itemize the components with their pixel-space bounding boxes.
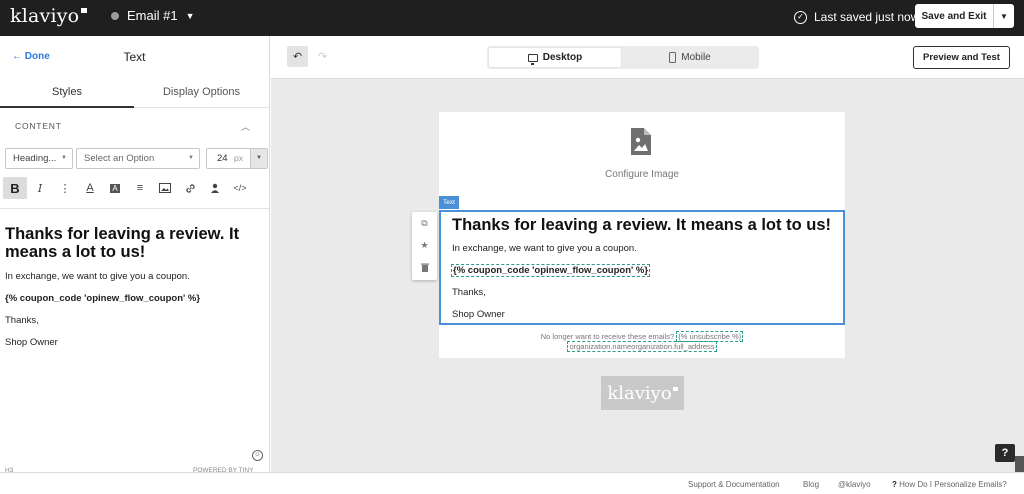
chevron-down-icon: ▼ xyxy=(188,155,194,161)
configure-image-label: Configure Image xyxy=(605,169,679,180)
status-dot-icon xyxy=(111,11,119,20)
left-panel: ← Done Text Styles Display Options CONTE… xyxy=(0,36,270,474)
logo-flag-icon xyxy=(81,8,88,13)
text-block-line: Shop Owner xyxy=(452,309,505,320)
content-section-header[interactable]: CONTENT xyxy=(15,121,62,131)
logo-flag-icon xyxy=(672,386,678,391)
font-size-dropdown-button[interactable]: ▼ xyxy=(250,149,267,168)
support-link[interactable]: Support & Documentation xyxy=(688,480,780,489)
canvas-toolbar: ↶ ↷ Desktop Mobile Preview and Test xyxy=(271,36,1024,79)
trash-icon[interactable] xyxy=(412,256,437,278)
caret-down-icon: ▼ xyxy=(185,10,195,21)
rich-text-editor[interactable]: Thanks for leaving a review. It means a … xyxy=(0,208,269,474)
block-format-value: Heading... xyxy=(13,153,57,164)
star-icon[interactable]: ★ xyxy=(412,234,437,256)
brand-badge-text: klaviyo xyxy=(607,382,672,404)
personalize-help-label: How Do I Personalize Emails? xyxy=(899,480,1007,489)
image-icon[interactable] xyxy=(153,177,177,199)
text-block-line: Thanks, xyxy=(452,287,486,298)
emoji-icon[interactable]: ☺ xyxy=(252,450,263,461)
mobile-label: Mobile xyxy=(681,52,711,63)
link-icon[interactable] xyxy=(178,177,202,199)
text-block-coupon-code: {% coupon_code 'opinew_flow_coupon' %} xyxy=(451,264,651,277)
text-block-tag: Text xyxy=(439,196,459,209)
more-icon[interactable]: ⋮ xyxy=(53,177,77,199)
personalize-help-link[interactable]: ? How Do I Personalize Emails? xyxy=(892,480,1007,489)
font-size-input[interactable]: 24 px ▼ xyxy=(206,148,268,169)
saved-status: ✓ Last saved just now xyxy=(794,10,919,24)
logo-text: klaviyo xyxy=(10,5,80,27)
phone-icon xyxy=(669,52,677,63)
coupon-code-text: {% coupon_code 'opinew_flow_coupon' %} xyxy=(453,265,649,276)
desktop-view-button[interactable]: Desktop xyxy=(489,48,621,67)
chevron-up-icon[interactable]: ︿ xyxy=(241,120,250,133)
blog-link[interactable]: Blog xyxy=(803,480,819,489)
save-options-caret-button[interactable]: ▼ xyxy=(993,4,1014,28)
address-line: organization.nameorganization.full_addre… xyxy=(439,341,845,352)
italic-icon[interactable]: I xyxy=(28,177,52,199)
editor-line[interactable]: In exchange, we want to give you a coupo… xyxy=(5,271,190,282)
text-block-line: In exchange, we want to give you a coupo… xyxy=(452,243,637,254)
check-circle-icon: ✓ xyxy=(794,10,807,24)
bold-icon[interactable]: B xyxy=(3,177,27,199)
question-icon: ? xyxy=(892,480,897,489)
email-name-dropdown[interactable]: Email #1 ▼ xyxy=(111,8,195,23)
block-format-select[interactable]: Heading... ▼ xyxy=(5,148,73,169)
editor-line[interactable]: Shop Owner xyxy=(5,337,58,348)
klaviyo-logo[interactable]: klaviyo xyxy=(10,5,88,27)
undo-icon[interactable]: ↶ xyxy=(287,46,308,67)
align-icon[interactable]: ≡ xyxy=(128,177,152,199)
text-color-icon[interactable]: A xyxy=(78,177,102,199)
font-size-unit: px xyxy=(234,153,243,163)
twitter-link[interactable]: @klaviyo xyxy=(838,480,871,489)
background-color-icon[interactable]: A xyxy=(103,177,127,199)
person-icon[interactable] xyxy=(203,177,227,199)
code-icon[interactable]: </> xyxy=(228,177,252,199)
option-placeholder: Select an Option xyxy=(84,153,155,164)
save-and-exit-button[interactable]: Save and Exit xyxy=(915,4,993,28)
option-select[interactable]: Select an Option ▼ xyxy=(76,148,200,169)
redo-icon[interactable]: ↷ xyxy=(312,46,333,67)
panel-header: ← Done Text xyxy=(0,36,269,76)
email-footer-block[interactable]: No longer want to receive these emails? … xyxy=(439,331,845,352)
saved-status-label: Last saved just now xyxy=(814,10,920,24)
scrollbar[interactable] xyxy=(1015,456,1024,472)
monitor-icon xyxy=(527,53,538,65)
email-name-label: Email #1 xyxy=(127,8,178,23)
help-button[interactable]: ? xyxy=(995,444,1015,462)
duplicate-icon[interactable]: ⧉ xyxy=(412,212,437,234)
chevron-down-icon: ▼ xyxy=(61,155,67,161)
image-placeholder-icon xyxy=(631,128,651,155)
preview-and-test-button[interactable]: Preview and Test xyxy=(913,46,1010,69)
text-block-heading: Thanks for leaving a review. It means a … xyxy=(452,216,831,234)
organization-address-tag: organization.nameorganization.full_addre… xyxy=(567,341,717,352)
selected-text-block[interactable]: Thanks for leaving a review. It means a … xyxy=(439,210,845,325)
view-mode-switch: Desktop Mobile xyxy=(487,46,759,69)
editor-coupon-code[interactable]: {% coupon_code 'opinew_flow_coupon' %} xyxy=(5,293,200,304)
block-actions: ⧉ ★ xyxy=(412,212,437,280)
desktop-label: Desktop xyxy=(542,52,583,63)
email-canvas: ↶ ↷ Desktop Mobile Preview and Test ⧉ ★ xyxy=(271,36,1024,472)
page-footer: Support & Documentation Blog @klaviyo ? … xyxy=(0,472,1024,494)
email-preview: Configure Image Text Thanks for leaving … xyxy=(439,112,845,358)
panel-tabs: Styles Display Options xyxy=(0,80,269,108)
editor-heading[interactable]: Thanks for leaving a review. It means a … xyxy=(5,225,260,261)
image-block[interactable]: Configure Image xyxy=(439,112,845,197)
font-size-value: 24 xyxy=(217,153,228,164)
top-bar: klaviyo Email #1 ▼ ✓ Last saved just now… xyxy=(0,0,1024,36)
mobile-view-button[interactable]: Mobile xyxy=(624,48,756,67)
tab-styles[interactable]: Styles xyxy=(0,80,134,108)
editor-line[interactable]: Thanks, xyxy=(5,315,39,326)
panel-title: Text xyxy=(123,50,146,64)
tab-display-options[interactable]: Display Options xyxy=(134,80,269,108)
klaviyo-brand-badge: klaviyo xyxy=(601,376,684,410)
editor-toolbar: B I ⋮ A A ≡ </> xyxy=(3,176,267,200)
unsubscribe-text: No longer want to receive these emails? xyxy=(540,332,675,341)
